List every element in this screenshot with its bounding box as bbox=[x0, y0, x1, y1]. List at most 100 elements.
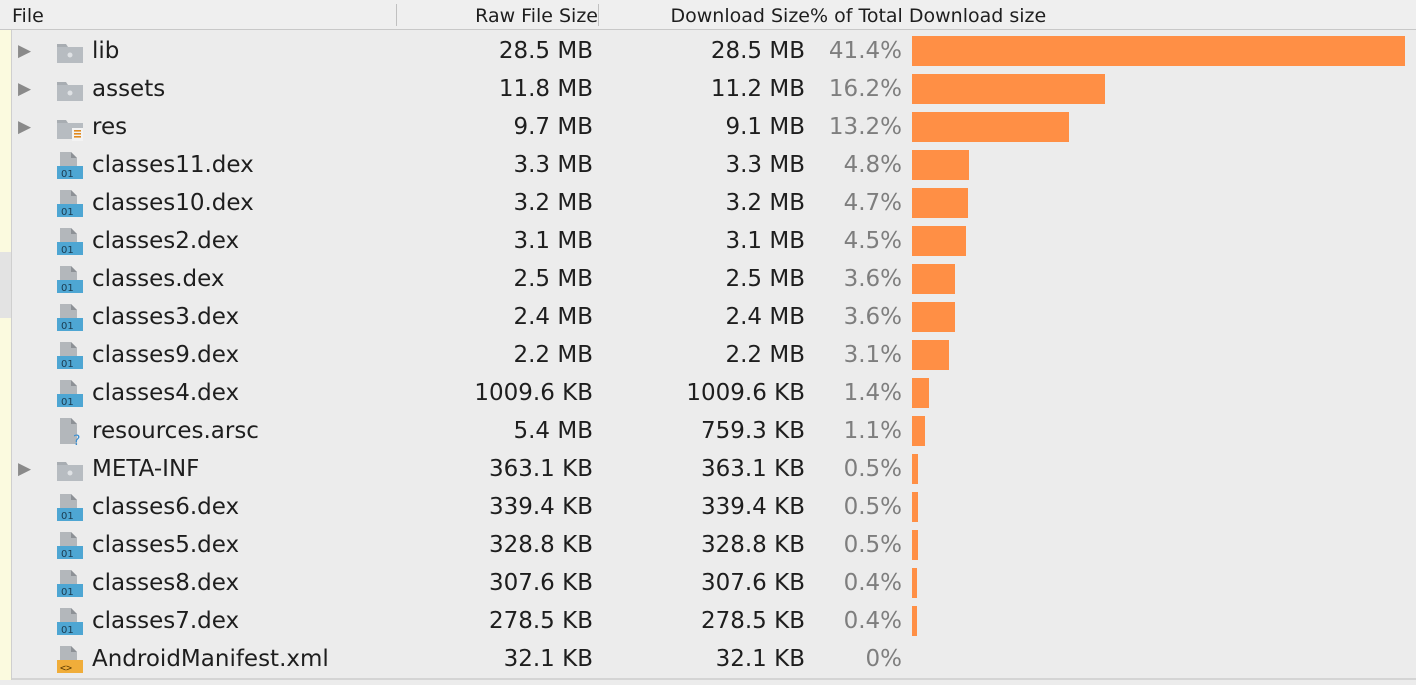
download-size-value: 11.2 MB bbox=[710, 76, 805, 102]
table-header: File Raw File Size Download Size % of To… bbox=[0, 0, 1416, 30]
dex-file-icon: 01 bbox=[56, 607, 84, 636]
svg-text:01: 01 bbox=[61, 359, 74, 369]
expand-arrow-icon bbox=[18, 260, 38, 298]
dex-file-icon: 01 bbox=[56, 569, 84, 598]
percent-value: 3.1% bbox=[843, 342, 902, 368]
expand-arrow-icon bbox=[18, 336, 38, 374]
column-separator[interactable] bbox=[396, 4, 397, 26]
dex-file-icon: 01 bbox=[56, 151, 84, 180]
expand-arrow-icon bbox=[18, 412, 38, 450]
table-row[interactable]: 01 classes6.dex 339.4 KB 339.4 KB 0.5% bbox=[12, 488, 1416, 526]
raw-size-value: 5.4 MB bbox=[513, 418, 593, 444]
percent-value: 4.5% bbox=[843, 228, 902, 254]
svg-text:01: 01 bbox=[61, 549, 74, 559]
file-name: classes4.dex bbox=[92, 380, 240, 406]
expand-arrow-icon[interactable]: ▶ bbox=[18, 108, 38, 146]
column-header-percent-total[interactable]: % of Total Download size bbox=[810, 5, 1046, 27]
download-size-value: 9.1 MB bbox=[725, 114, 805, 140]
download-size-value: 328.8 KB bbox=[700, 532, 805, 558]
dex-file-icon: 01 bbox=[56, 341, 84, 370]
table-row[interactable]: 01 classes9.dex 2.2 MB 2.2 MB 3.1% bbox=[12, 336, 1416, 374]
download-size-bar bbox=[912, 150, 969, 180]
download-size-value: 759.3 KB bbox=[700, 418, 805, 444]
raw-size-value: 278.5 KB bbox=[488, 608, 593, 634]
percent-value: 0% bbox=[865, 646, 903, 672]
table-row[interactable]: ? resources.arsc 5.4 MB 759.3 KB 1.1% bbox=[12, 412, 1416, 450]
file-name: classes10.dex bbox=[92, 190, 254, 216]
dex-file-icon: 01 bbox=[56, 227, 84, 256]
expand-arrow-icon[interactable]: ▶ bbox=[18, 70, 38, 108]
folder-icon bbox=[56, 37, 84, 65]
file-name: AndroidManifest.xml bbox=[92, 646, 329, 672]
expand-arrow-icon bbox=[18, 184, 38, 222]
download-size-bar bbox=[912, 378, 929, 408]
table-row[interactable]: ▶ assets 11.8 MB 11.2 MB 16.2% bbox=[12, 70, 1416, 108]
raw-size-value: 11.8 MB bbox=[498, 76, 593, 102]
download-size-value: 339.4 KB bbox=[700, 494, 805, 520]
download-size-bar bbox=[912, 568, 917, 598]
table-row[interactable]: 01 classes2.dex 3.1 MB 3.1 MB 4.5% bbox=[12, 222, 1416, 260]
raw-size-value: 3.3 MB bbox=[513, 152, 593, 178]
raw-size-value: 1009.6 KB bbox=[474, 380, 593, 406]
expand-arrow-icon bbox=[18, 298, 38, 336]
download-size-value: 2.5 MB bbox=[725, 266, 805, 292]
download-size-value: 1009.6 KB bbox=[686, 380, 805, 406]
folder-icon bbox=[56, 455, 84, 483]
raw-size-value: 328.8 KB bbox=[488, 532, 593, 558]
expand-arrow-icon[interactable]: ▶ bbox=[18, 450, 38, 488]
expand-arrow-icon bbox=[18, 526, 38, 564]
table-row[interactable]: 01 classes7.dex 278.5 KB 278.5 KB 0.4% bbox=[12, 602, 1416, 640]
table-row[interactable]: ▶ res 9.7 MB 9.1 MB 13.2% bbox=[12, 108, 1416, 146]
percent-value: 13.2% bbox=[828, 114, 902, 140]
table-row[interactable]: 01 classes10.dex 3.2 MB 3.2 MB 4.7% bbox=[12, 184, 1416, 222]
percent-value: 1.1% bbox=[843, 418, 902, 444]
percent-value: 0.5% bbox=[843, 532, 902, 558]
xml-file-icon: <> bbox=[56, 645, 84, 674]
file-name: classes5.dex bbox=[92, 532, 240, 558]
download-size-bar bbox=[912, 530, 918, 560]
column-separator[interactable] bbox=[598, 4, 599, 26]
download-size-bar bbox=[912, 36, 1405, 66]
raw-size-value: 3.1 MB bbox=[513, 228, 593, 254]
raw-size-value: 307.6 KB bbox=[488, 570, 593, 596]
table-row[interactable]: 01 classes8.dex 307.6 KB 307.6 KB 0.4% bbox=[12, 564, 1416, 602]
download-size-bar bbox=[912, 416, 925, 446]
download-size-bar bbox=[912, 492, 918, 522]
table-row[interactable]: 01 classes11.dex 3.3 MB 3.3 MB 4.8% bbox=[12, 146, 1416, 184]
download-size-bar bbox=[912, 302, 955, 332]
expand-arrow-icon bbox=[18, 602, 38, 640]
file-name: classes6.dex bbox=[92, 494, 240, 520]
percent-value: 0.4% bbox=[843, 608, 902, 634]
download-size-bar bbox=[912, 74, 1105, 104]
raw-size-value: 2.4 MB bbox=[513, 304, 593, 330]
table-row[interactable]: 01 classes3.dex 2.4 MB 2.4 MB 3.6% bbox=[12, 298, 1416, 336]
download-size-value: 278.5 KB bbox=[700, 608, 805, 634]
table-row[interactable]: 01 classes4.dex 1009.6 KB 1009.6 KB 1.4% bbox=[12, 374, 1416, 412]
column-header-download-size[interactable]: Download Size bbox=[600, 5, 811, 27]
download-size-bar bbox=[912, 264, 955, 294]
resource-folder-icon bbox=[56, 113, 84, 141]
expand-arrow-icon[interactable]: ▶ bbox=[18, 32, 38, 70]
file-table-body: ▶ lib 28.5 MB 28.5 MB 41.4% ▶ assets 11.8 MB 11.… bbox=[12, 32, 1416, 678]
column-header-raw-size[interactable]: Raw File Size bbox=[430, 5, 598, 27]
table-row[interactable]: <> AndroidManifest.xml 32.1 KB 32.1 KB 0% bbox=[12, 640, 1416, 678]
percent-value: 1.4% bbox=[843, 380, 902, 406]
percent-value: 16.2% bbox=[828, 76, 902, 102]
table-row[interactable]: 01 classes.dex 2.5 MB 2.5 MB 3.6% bbox=[12, 260, 1416, 298]
raw-size-value: 9.7 MB bbox=[513, 114, 593, 140]
unknown-file-icon: ? bbox=[56, 417, 84, 449]
file-name: assets bbox=[92, 76, 166, 102]
table-row[interactable]: ▶ lib 28.5 MB 28.5 MB 41.4% bbox=[12, 32, 1416, 70]
table-row[interactable]: 01 classes5.dex 328.8 KB 328.8 KB 0.5% bbox=[12, 526, 1416, 564]
file-name: classes7.dex bbox=[92, 608, 240, 634]
raw-size-value: 2.2 MB bbox=[513, 342, 593, 368]
download-size-bar bbox=[912, 340, 949, 370]
dex-file-icon: 01 bbox=[56, 265, 84, 294]
svg-text:01: 01 bbox=[61, 207, 74, 217]
download-size-value: 2.4 MB bbox=[725, 304, 805, 330]
raw-size-value: 2.5 MB bbox=[513, 266, 593, 292]
table-row[interactable]: ▶ META-INF 363.1 KB 363.1 KB 0.5% bbox=[12, 450, 1416, 488]
svg-text:01: 01 bbox=[61, 283, 74, 293]
download-size-value: 363.1 KB bbox=[700, 456, 805, 482]
column-header-file[interactable]: File bbox=[12, 5, 44, 27]
